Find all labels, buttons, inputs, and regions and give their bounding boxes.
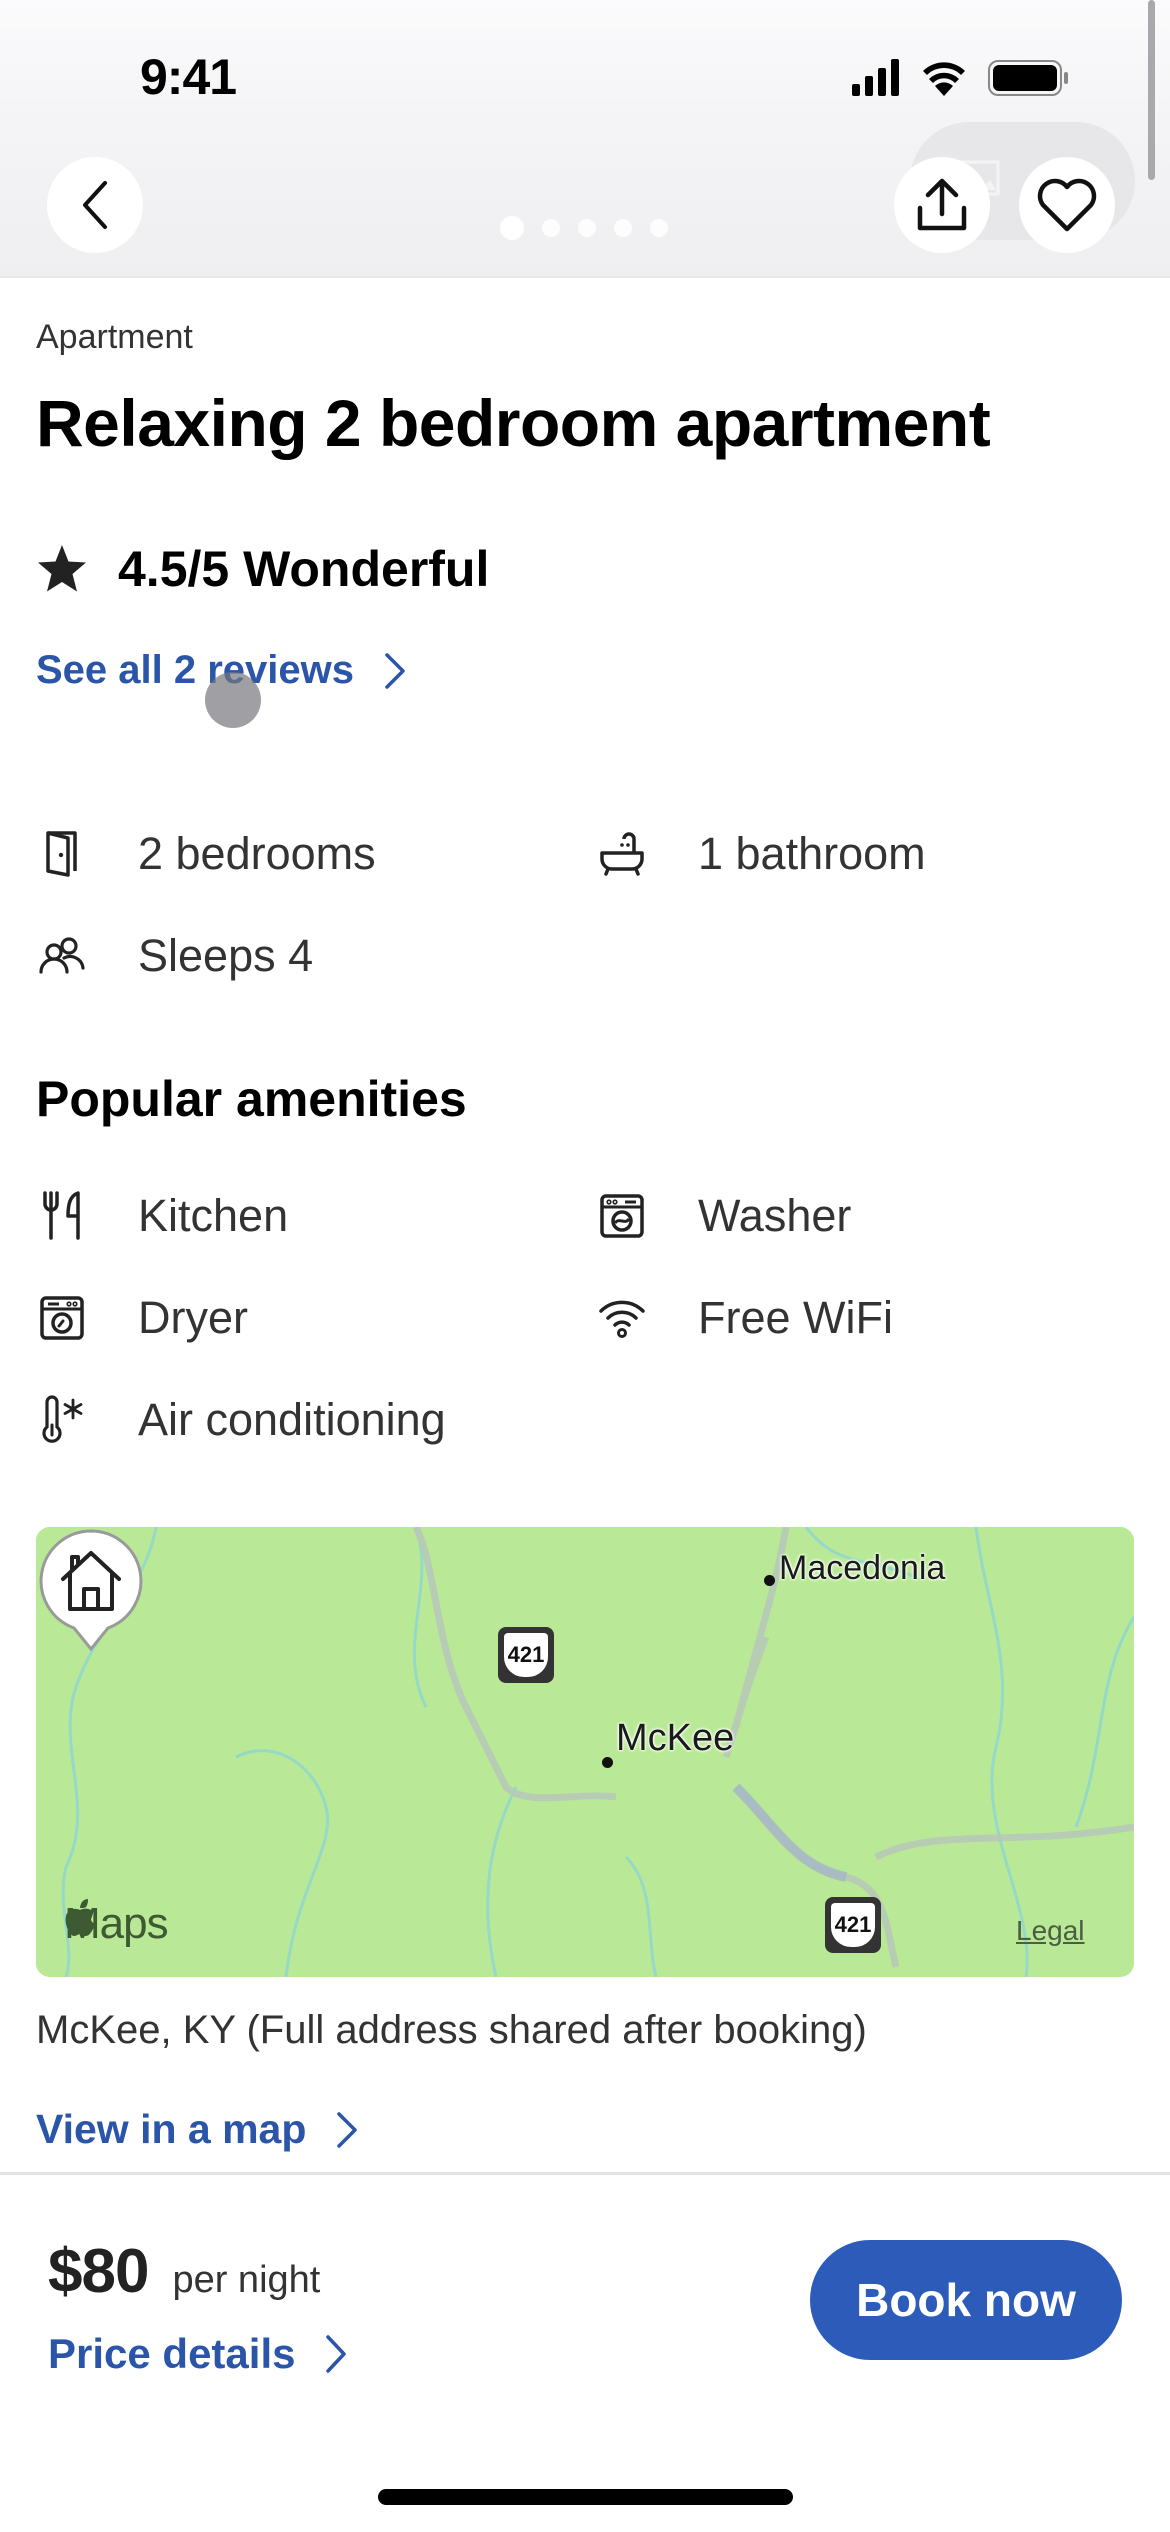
fact-bathrooms: 1 bathroom <box>596 828 926 880</box>
favorite-button[interactable] <box>1019 157 1115 253</box>
route-shield: 421 <box>498 1627 554 1683</box>
pagination-dot[interactable] <box>650 219 668 237</box>
chevron-right-icon <box>337 2111 358 2148</box>
thermometer-snowflake-icon <box>42 1395 83 1443</box>
fact-label: 1 bathroom <box>698 828 926 879</box>
route-number: 421 <box>831 1903 875 1947</box>
location-map[interactable]: Macedonia 421 421 McKee Maps Legal <box>36 1527 1134 1977</box>
view-in-map-label: View in a map <box>36 2106 307 2152</box>
apple-icon <box>65 1899 95 1936</box>
chevron-right-icon <box>385 652 405 689</box>
amenity-label: Dryer <box>138 1292 248 1343</box>
utensils-icon <box>43 1191 80 1240</box>
property-pin[interactable] <box>36 1527 146 1657</box>
amenity-washer: Washer <box>596 1190 851 1242</box>
share-icon <box>917 178 967 231</box>
location-address: McKee, KY (Full address shared after boo… <box>36 2008 867 2052</box>
share-button[interactable] <box>894 157 990 253</box>
people-icon <box>39 937 85 974</box>
status-time: 9:41 <box>140 49 237 105</box>
gallery-header[interactable]: 9:41 <box>0 0 1170 278</box>
fact-sleeps: Sleeps 4 <box>36 930 313 982</box>
amenity-dryer: Dryer <box>36 1292 248 1344</box>
map-label-mckee: McKee <box>616 1717 735 1759</box>
map-place-dot <box>764 1575 775 1586</box>
rating-text: 4.5/5 Wonderful <box>118 541 490 597</box>
map-place-dot <box>602 1757 613 1768</box>
touch-indicator <box>205 672 261 728</box>
star-icon <box>38 545 86 592</box>
view-in-map-link[interactable]: View in a map <box>36 2106 358 2153</box>
bathtub-icon <box>600 832 644 876</box>
amenity-label: Air conditioning <box>138 1394 446 1445</box>
map-label-macedonia: Macedonia <box>779 1549 946 1587</box>
apple-maps-logo: Maps <box>64 1899 169 1949</box>
amenity-wifi: Free WiFi <box>596 1292 893 1344</box>
pagination-dot-active[interactable] <box>500 216 524 240</box>
listing-title: Relaxing 2 bedroom apartment <box>36 386 991 460</box>
bottom-bar-divider <box>0 2172 1170 2175</box>
status-icons <box>852 59 1068 96</box>
scrollbar[interactable] <box>1148 0 1155 180</box>
back-button[interactable] <box>47 157 143 253</box>
door-icon <box>46 831 77 877</box>
chevron-left-icon <box>83 181 107 229</box>
map-legal-link[interactable]: Legal <box>1016 1915 1085 1947</box>
amenity-label: Kitchen <box>138 1190 289 1241</box>
route-shield: 421 <box>825 1897 881 1953</box>
amenity-air-conditioning: Air conditioning <box>36 1394 446 1446</box>
fact-label: Sleeps 4 <box>138 930 314 981</box>
price-details-link[interactable]: Price details <box>48 2330 347 2378</box>
dryer-icon <box>40 1296 84 1340</box>
price-details-label: Price details <box>48 2330 296 2377</box>
amenity-label: Free WiFi <box>698 1292 893 1343</box>
amenities-heading: Popular amenities <box>36 1071 467 1127</box>
price-unit: per night <box>172 2259 321 2301</box>
wifi-icon <box>599 1300 645 1338</box>
book-now-button[interactable]: Book now <box>810 2240 1122 2360</box>
amenity-kitchen: Kitchen <box>36 1190 288 1242</box>
washer-icon <box>600 1194 644 1238</box>
chevron-right-icon <box>326 2335 347 2373</box>
see-reviews-label: See all 2 reviews <box>36 648 355 692</box>
heart-outline-icon <box>1037 178 1097 232</box>
price-summary: $80 per night <box>48 2236 320 2307</box>
battery-icon <box>988 60 1068 96</box>
price-amount: $80 <box>48 2237 149 2306</box>
signal-icon <box>852 59 899 96</box>
property-type: Apartment <box>36 318 193 356</box>
pagination-dot[interactable] <box>614 219 632 237</box>
pagination-dot[interactable] <box>542 219 560 237</box>
home-indicator[interactable] <box>378 2489 793 2505</box>
fact-label: 2 bedrooms <box>138 828 376 879</box>
map-terrain <box>36 1527 1134 1977</box>
rating-row: 4.5/5 Wonderful <box>36 540 489 598</box>
fact-bedrooms: 2 bedrooms <box>36 828 376 880</box>
pagination-dot[interactable] <box>578 219 596 237</box>
route-number: 421 <box>504 1633 548 1677</box>
gallery-pagination[interactable] <box>500 216 668 240</box>
wifi-icon <box>923 62 965 96</box>
amenity-label: Washer <box>698 1190 852 1241</box>
